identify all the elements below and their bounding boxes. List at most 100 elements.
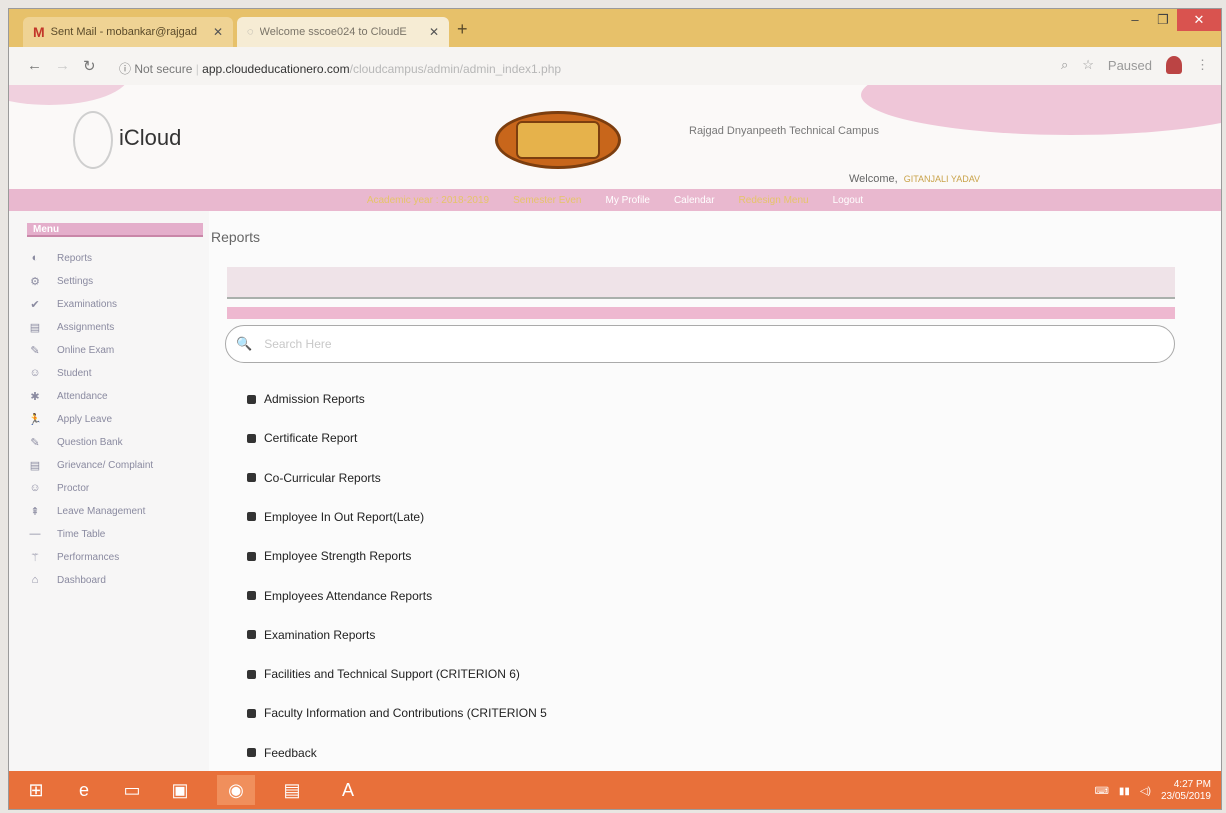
menu-calendar[interactable]: Calendar	[674, 195, 715, 206]
dashboard-icon: ⌂	[31, 574, 39, 586]
new-tab-button[interactable]: +	[457, 19, 468, 40]
sidebar-item[interactable]: ✎ Online Exam	[27, 339, 114, 361]
not-secure-label: Not secure	[134, 62, 193, 76]
report-label: Employee In Out Report(Late)	[264, 509, 425, 524]
search-input[interactable]	[262, 336, 1174, 352]
report-list-item[interactable]: Employee In Out Report(Late)	[247, 505, 424, 529]
sidebar-item[interactable]: ☺ Proctor	[27, 477, 89, 499]
welcome-user: GITANJALI YADAV	[903, 174, 981, 184]
clock[interactable]: 4:27 PM 23/05/2019	[1161, 779, 1211, 803]
tab-gmail[interactable]: M Sent Mail - mobankar@rajgad ✕	[23, 17, 233, 47]
report-label: Feedback	[264, 745, 317, 760]
report-list-item[interactable]: Certificate Report	[247, 426, 357, 450]
keyboard-icon[interactable]: ⌨	[1094, 786, 1108, 797]
paused-label[interactable]: Paused	[1108, 58, 1152, 73]
kebab-menu-icon[interactable]: ⋮	[1196, 57, 1209, 73]
close-window-button[interactable]: ✕	[1177, 9, 1221, 31]
sidebar-item[interactable]: 🏃 Apply Leave	[27, 408, 112, 430]
clock-time: 4:27 PM	[1173, 779, 1211, 790]
folder-bullet-icon	[247, 512, 256, 522]
network-icon[interactable]: ▮▮	[1119, 786, 1130, 797]
zoom-icon[interactable]: ⌕	[1061, 57, 1068, 73]
decor-swoosh	[861, 85, 1221, 135]
url-host: app.cloudeducationero.com	[202, 62, 350, 76]
settings-icon: ⚙	[30, 275, 40, 288]
performances-icon: ⚚	[30, 551, 40, 564]
sidebar-item-label: Question Bank	[57, 436, 123, 448]
close-tab-icon[interactable]: ✕	[429, 25, 439, 39]
sidebar-item-label: Performances	[57, 551, 120, 563]
store-icon[interactable]: ▣	[161, 775, 199, 805]
menu-redesign[interactable]: Redesign Menu	[739, 195, 809, 206]
omnibar-actions: ⌕ ☆ Paused ⋮	[1061, 56, 1209, 74]
grievance-icon: ▤	[29, 459, 41, 472]
acrobat-icon[interactable]: A	[329, 775, 367, 805]
sidebar-item[interactable]: ⇞ Leave Management	[27, 500, 145, 522]
sidebar-item[interactable]: ✱ Attendance	[27, 385, 107, 407]
sidebar-item[interactable]: ▤ Grievance/ Complaint	[27, 454, 153, 476]
menu-my-profile[interactable]: My Profile	[606, 195, 650, 206]
folder-bullet-icon	[247, 473, 256, 483]
folder-bullet-icon	[247, 708, 256, 718]
volume-icon[interactable]: ◁)	[1140, 786, 1151, 797]
report-list-item[interactable]: Employees Attendance Reports	[247, 584, 432, 608]
attendance-icon: ✱	[30, 390, 40, 403]
report-label: Facilities and Technical Support (CRITER…	[264, 667, 520, 682]
brand-logo[interactable]: iCloud	[73, 111, 213, 169]
document-app-icon[interactable]: ▤	[273, 775, 311, 805]
welcome-text: Welcome, GITANJALI YADAV	[849, 173, 980, 185]
sidebar-item-label: Leave Management	[57, 505, 146, 517]
star-icon[interactable]: ☆	[1082, 57, 1094, 73]
sidebar-item[interactable]: ◐ Reports	[27, 247, 92, 269]
report-list-item[interactable]: Employee Strength Reports	[247, 544, 411, 568]
sidebar-item[interactable]: ▤ Assignments	[27, 316, 114, 338]
report-label: Co-Curricular Reports	[264, 470, 381, 485]
close-tab-icon[interactable]: ✕	[213, 25, 223, 39]
report-label: Examination Reports	[264, 627, 376, 642]
start-windows-icon[interactable]: ⊞	[17, 775, 55, 805]
report-label: Employee Strength Reports	[264, 549, 412, 564]
sidebar-item[interactable]: ⚚ Performances	[27, 546, 119, 568]
maximize-button[interactable]: ❐	[1149, 9, 1177, 31]
report-list-item[interactable]: Feedback	[247, 741, 317, 765]
forward-icon[interactable]: →	[55, 57, 70, 74]
menu-logout[interactable]: Logout	[833, 195, 864, 206]
chrome-icon[interactable]: ◉	[217, 775, 255, 805]
internet-explorer-icon[interactable]: e	[65, 775, 103, 805]
accent-band	[227, 307, 1175, 319]
report-list-item[interactable]: Admission Reports	[247, 387, 365, 411]
sidebar-item[interactable]: ✎ Question Bank	[27, 431, 123, 453]
sidebar-item-label: Grievance/ Complaint	[57, 459, 154, 471]
report-list-item[interactable]: Examination Reports	[247, 623, 375, 647]
report-list-item[interactable]: Facilities and Technical Support (CRITER…	[247, 662, 520, 686]
back-icon[interactable]: ←	[27, 57, 42, 74]
tab-cloudedu[interactable]: ◌ Welcome sscoe024 to CloudE ✕	[237, 17, 449, 47]
address-field[interactable]: ⓘ Not secure | app.cloudeducationero.com…	[119, 60, 561, 77]
welcome-label: Welcome,	[849, 173, 898, 185]
report-list-item[interactable]: Faculty Information and Contributions (C…	[247, 701, 547, 725]
report-label: Employees Attendance Reports	[264, 588, 433, 603]
sidebar-item[interactable]: ⚙ Settings	[27, 270, 93, 292]
search-bar[interactable]: 🔍	[225, 325, 1175, 363]
time-table-icon: —	[29, 528, 41, 540]
tab-strip: M Sent Mail - mobankar@rajgad ✕ ◌ Welcom…	[9, 9, 1221, 47]
sidebar-item[interactable]: ✔ Examinations	[27, 293, 117, 315]
report-list-item[interactable]: Co-Curricular Reports	[247, 466, 381, 490]
sidebar-item[interactable]: ⌂ Dashboard	[27, 569, 106, 591]
sidebar-item[interactable]: ☺ Student	[27, 362, 91, 384]
profile-avatar[interactable]	[1166, 56, 1182, 74]
sidebar-header: Menu	[27, 223, 203, 237]
sidebar-item[interactable]: — Time Table	[27, 523, 106, 545]
academic-year-label: Academic year : 2018-2019	[366, 194, 490, 206]
site-header: iCloud Rajgad Dnyanpeeth Technical Campu…	[9, 85, 1221, 189]
minimize-button[interactable]: –	[1121, 9, 1149, 31]
url-path: /cloudcampus/admin/admin_index1.php	[349, 62, 562, 76]
folder-bullet-icon	[247, 748, 256, 758]
folder-bullet-icon	[247, 551, 256, 561]
semester-select[interactable]: Semester Even	[513, 195, 581, 206]
reload-icon[interactable]: ↻	[83, 57, 96, 75]
file-explorer-icon[interactable]: ▭	[113, 775, 151, 805]
sidebar-item-label: Examinations	[57, 298, 118, 310]
folder-bullet-icon	[247, 669, 256, 679]
folder-bullet-icon	[247, 630, 256, 640]
